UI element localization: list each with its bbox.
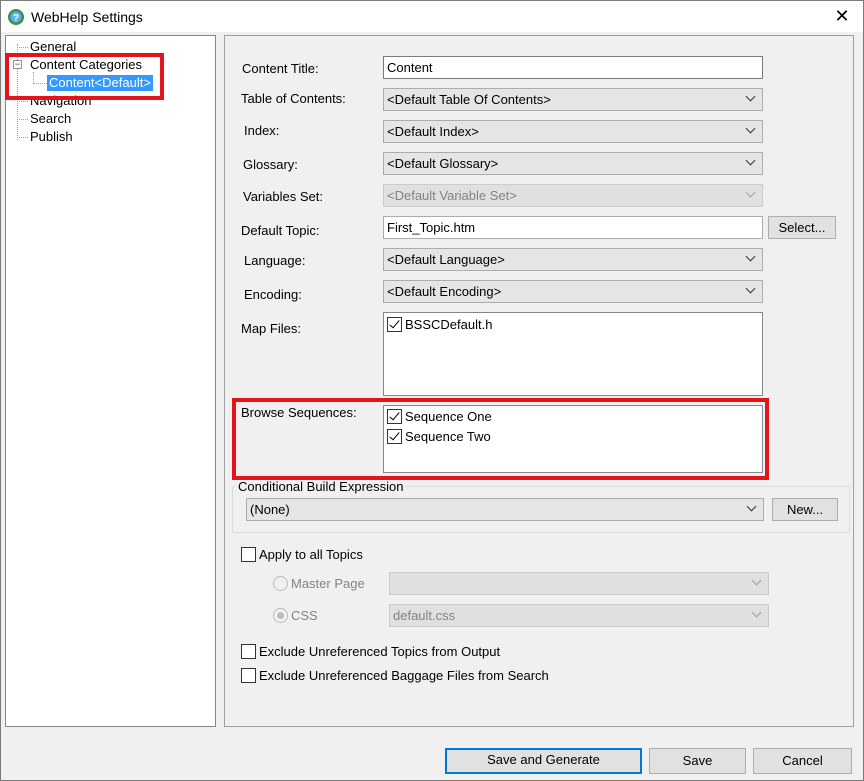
index-label: Index: xyxy=(244,123,280,138)
content-title-input[interactable]: Content xyxy=(383,56,763,79)
glossary-select[interactable]: <Default Glossary> xyxy=(383,152,763,175)
map-files-list: BSSCDefault.h xyxy=(383,312,763,396)
save-and-generate-button[interactable]: Save and Generate xyxy=(445,748,642,774)
close-icon: ✕ xyxy=(834,6,850,26)
close-button[interactable]: ✕ xyxy=(821,1,863,32)
apply-all-topics-option[interactable]: Apply to all Topics xyxy=(241,547,363,562)
chevron-down-icon xyxy=(746,501,757,512)
save-button[interactable]: Save xyxy=(649,748,746,774)
collapse-icon[interactable]: − xyxy=(13,60,22,69)
cbe-label: Conditional Build Expression xyxy=(236,479,406,494)
css-radio xyxy=(273,608,288,623)
tree-item-content-categories[interactable]: Content Categories xyxy=(30,57,142,73)
css-option: CSS xyxy=(273,608,318,623)
toc-value: <Default Table Of Contents> xyxy=(387,92,551,107)
checkbox[interactable] xyxy=(387,409,402,424)
list-item[interactable]: Sequence Two xyxy=(387,429,491,444)
settings-tree: General − Content Categories Content<Def… xyxy=(5,35,216,727)
chevron-down-icon xyxy=(745,283,756,294)
index-value: <Default Index> xyxy=(387,124,479,139)
default-topic-label: Default Topic: xyxy=(241,223,320,238)
apply-all-checkbox[interactable] xyxy=(241,547,256,562)
window-title: WebHelp Settings xyxy=(31,9,143,25)
sequence-label: Sequence One xyxy=(405,409,492,424)
svg-text:?: ? xyxy=(13,13,19,24)
exclude-topics-label: Exclude Unreferenced Topics from Output xyxy=(259,644,501,659)
cbe-value: (None) xyxy=(250,502,290,517)
cbe-select[interactable]: (None) xyxy=(246,498,764,521)
webhelp-settings-dialog: ? WebHelp Settings ✕ General − Content C… xyxy=(0,0,864,781)
map-file-label: BSSCDefault.h xyxy=(405,317,493,332)
encoding-select[interactable]: <Default Encoding> xyxy=(383,280,763,303)
exclude-baggage-label: Exclude Unreferenced Baggage Files from … xyxy=(259,668,549,683)
chevron-down-icon xyxy=(745,251,756,262)
tree-connector xyxy=(17,47,28,48)
toc-label: Table of Contents: xyxy=(241,91,346,106)
chevron-down-icon xyxy=(745,155,756,166)
default-topic-input[interactable]: First_Topic.htm xyxy=(383,216,763,239)
sequence-label: Sequence Two xyxy=(405,429,491,444)
tree-item-navigation[interactable]: Navigation xyxy=(30,93,91,109)
tree-connector xyxy=(17,119,28,120)
language-label: Language: xyxy=(244,253,306,268)
encoding-label: Encoding: xyxy=(244,287,302,302)
tree-item-general[interactable]: General xyxy=(30,39,76,55)
language-select[interactable]: <Default Language> xyxy=(383,248,763,271)
exclude-baggage-checkbox[interactable] xyxy=(241,668,256,683)
css-value: default.css xyxy=(393,608,456,623)
app-icon: ? xyxy=(8,9,24,25)
chevron-down-icon xyxy=(745,91,756,102)
new-expression-button[interactable]: New... xyxy=(772,498,838,521)
browse-sequences-label: Browse Sequences: xyxy=(241,405,357,420)
toc-select[interactable]: <Default Table Of Contents> xyxy=(383,88,763,111)
master-page-label: Master Page xyxy=(291,576,365,591)
css-label: CSS xyxy=(291,608,318,623)
encoding-value: <Default Encoding> xyxy=(387,284,502,299)
master-page-radio xyxy=(273,576,288,591)
master-page-option: Master Page xyxy=(273,576,365,591)
list-item[interactable]: Sequence One xyxy=(387,409,492,424)
language-value: <Default Language> xyxy=(387,252,505,267)
index-select[interactable]: <Default Index> xyxy=(383,120,763,143)
map-files-label: Map Files: xyxy=(241,321,301,336)
variables-set-label: Variables Set: xyxy=(243,189,323,204)
select-topic-button[interactable]: Select... xyxy=(768,216,836,239)
title-bar: ? WebHelp Settings ✕ xyxy=(1,1,863,32)
content-title-label: Content Title: xyxy=(242,61,319,76)
exclude-topics-checkbox[interactable] xyxy=(241,644,256,659)
tree-connector xyxy=(33,83,47,84)
variables-set-select: <Default Variable Set> xyxy=(383,184,763,207)
tree-item-content-default[interactable]: Content<Default> xyxy=(47,75,153,91)
css-select: default.css xyxy=(389,604,769,627)
browse-sequences-list: Sequence One Sequence Two xyxy=(383,405,763,473)
chevron-down-icon xyxy=(751,575,762,586)
glossary-label: Glossary: xyxy=(243,157,298,172)
tree-item-search[interactable]: Search xyxy=(30,111,71,127)
chevron-down-icon xyxy=(745,187,756,198)
checkbox[interactable] xyxy=(387,317,402,332)
checkbox[interactable] xyxy=(387,429,402,444)
exclude-baggage-option[interactable]: Exclude Unreferenced Baggage Files from … xyxy=(241,668,549,683)
cancel-button[interactable]: Cancel xyxy=(753,748,852,774)
list-item[interactable]: BSSCDefault.h xyxy=(387,317,492,332)
tree-connector xyxy=(17,137,28,138)
exclude-topics-option[interactable]: Exclude Unreferenced Topics from Output xyxy=(241,644,500,659)
variables-set-value: <Default Variable Set> xyxy=(387,188,517,203)
tree-item-publish[interactable]: Publish xyxy=(30,129,73,145)
chevron-down-icon xyxy=(745,123,756,134)
master-page-select xyxy=(389,572,769,595)
apply-all-label: Apply to all Topics xyxy=(259,547,363,562)
tree-connector xyxy=(17,101,28,102)
chevron-down-icon xyxy=(751,607,762,618)
glossary-value: <Default Glossary> xyxy=(387,156,499,171)
